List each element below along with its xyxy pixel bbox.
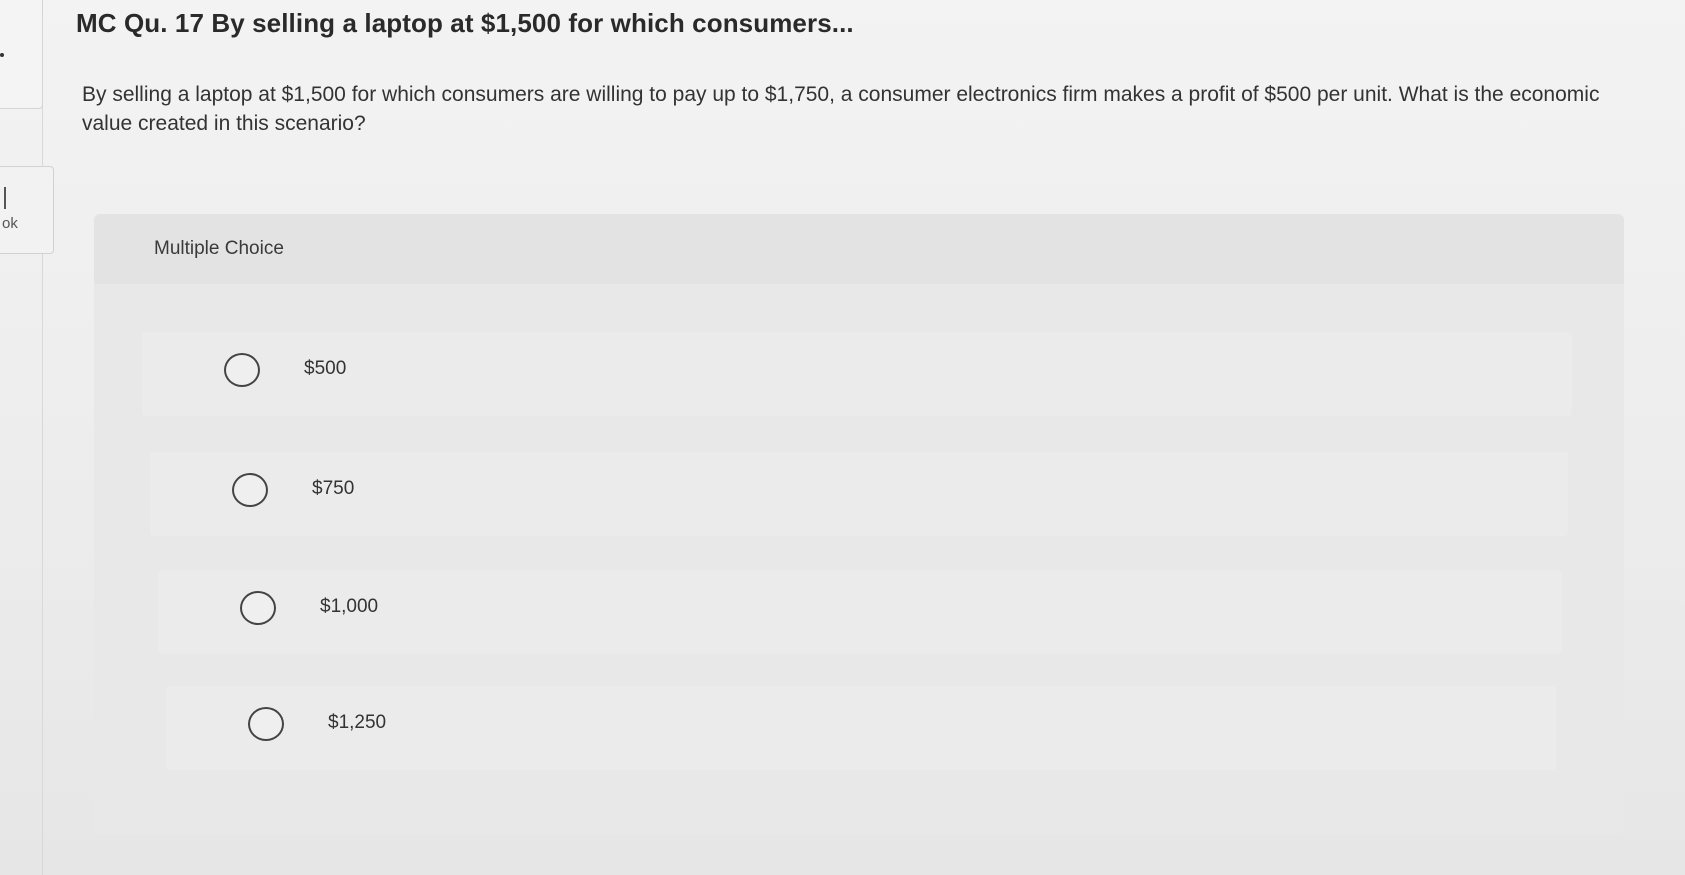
choice-label: $500 xyxy=(304,358,347,379)
ebook-icon xyxy=(4,187,6,209)
radio-button-icon[interactable] xyxy=(232,473,268,507)
radio-button-icon[interactable] xyxy=(248,707,284,741)
radio-button-icon[interactable] xyxy=(224,353,260,387)
choice-label: $750 xyxy=(312,478,355,499)
ebook-tab-label: ok xyxy=(2,215,18,232)
rail-tab-top[interactable] xyxy=(0,0,43,109)
multiple-choice-panel: Multiple Choice $500 $750 $1,000 $1,250 xyxy=(94,214,1624,834)
rail-dot-icon xyxy=(0,53,4,57)
ebook-tab[interactable]: ok xyxy=(0,166,54,254)
question-prompt: By selling a laptop at $1,500 for which … xyxy=(82,83,1600,135)
question-title: MC Qu. 17 By selling a laptop at $1,500 … xyxy=(76,8,854,38)
choice-option-1250[interactable]: $1,250 xyxy=(166,686,1556,770)
choice-option-500[interactable]: $500 xyxy=(142,332,1572,416)
radio-button-icon[interactable] xyxy=(240,591,276,625)
choice-label: $1,250 xyxy=(328,712,387,733)
left-rail: ok xyxy=(0,0,54,875)
multiple-choice-header: Multiple Choice xyxy=(94,214,1624,284)
choice-label: $1,000 xyxy=(320,596,379,617)
choice-option-750[interactable]: $750 xyxy=(150,452,1568,536)
multiple-choice-label: Multiple Choice xyxy=(154,238,284,259)
choice-option-1000[interactable]: $1,000 xyxy=(158,570,1562,654)
